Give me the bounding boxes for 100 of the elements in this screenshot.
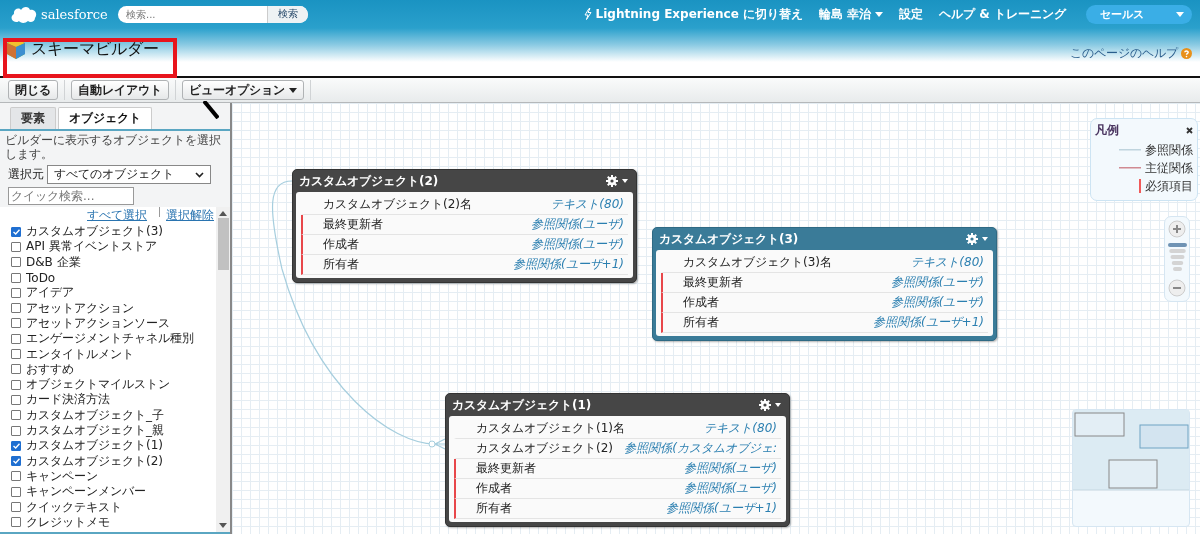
field-type: 参照関係(ユーザ) <box>530 236 624 253</box>
field-row[interactable]: カスタムオブジェクト(2) 参照関係(カスタムオブジェ: <box>454 439 781 459</box>
object-checkbox[interactable] <box>11 333 21 344</box>
field-name: 所有者 <box>476 500 512 517</box>
field-row[interactable]: カスタムオブジェクト(1)名 テキスト(80) <box>454 419 781 439</box>
object-checkbox[interactable] <box>11 257 21 268</box>
toolbar-button[interactable]: 自動レイアウト <box>71 80 169 100</box>
zoom-slider-track[interactable] <box>1168 243 1187 271</box>
field-row[interactable]: カスタムオブジェクト(2)名 テキスト(80) <box>301 195 628 215</box>
scrollbar-thumb[interactable] <box>217 218 229 270</box>
deselect-all-link[interactable]: 選択解除 <box>166 207 214 224</box>
field-type: テキスト(80) <box>704 420 777 437</box>
object-label: カスタムオブジェクト(2) <box>26 452 163 470</box>
gear-icon[interactable] <box>966 233 990 245</box>
field-type: 参照関係(ユーザ) <box>890 274 984 291</box>
object-card[interactable]: カスタムオブジェクト(1) カスタムオブジェクト(1)名 テキスト(80) カスタムオブジェクト(2) 参照関係(カスタムオブジェ: 最終更新者 参照関係(ユーザ) 作成者 参照関係(ユーザ) 所有者 参照関係(ユーザ+1) <box>445 393 790 527</box>
field-name: 作成者 <box>476 480 512 497</box>
object-checkbox[interactable] <box>11 241 21 252</box>
object-card[interactable]: カスタムオブジェクト(2) カスタムオブジェクト(2)名 テキスト(80) 最終更新者 参照関係(ユーザ) 作成者 参照関係(ユーザ) 所有者 参照関係(ユーザ+1) <box>292 169 637 283</box>
caret-icon <box>1176 11 1184 17</box>
object-checkbox[interactable] <box>11 425 21 436</box>
chevron-down-icon <box>195 171 204 178</box>
zoom-slider-thumb[interactable] <box>1168 243 1187 247</box>
object-label: D&B 企業 <box>26 253 81 271</box>
toolbar-button[interactable]: ビューオプション <box>182 80 304 100</box>
field-name: 作成者 <box>323 236 359 253</box>
field-row[interactable]: 所有者 参照関係(ユーザ+1) <box>454 499 781 519</box>
object-label: カスタムオブジェクト_子 <box>26 406 164 424</box>
object-label: カスタムオブジェクト(1) <box>26 437 163 455</box>
object-checkbox[interactable] <box>11 394 21 405</box>
object-checkbox[interactable] <box>11 456 21 467</box>
sidebar-description: ビルダーに表示するオブジェクトを選択します。 <box>4 132 222 163</box>
field-row[interactable]: 最終更新者 参照関係(ユーザ) <box>661 273 988 293</box>
field-type: テキスト(80) <box>911 254 984 271</box>
object-card[interactable]: カスタムオブジェクト(3) カスタムオブジェクト(3)名 テキスト(80) 最終更新者 参照関係(ユーザ) 作成者 参照関係(ユーザ) 所有者 参照関係(ユーザ+1) <box>652 227 997 341</box>
object-label: キャンペーン <box>26 467 98 485</box>
field-name: 所有者 <box>683 314 719 331</box>
field-row[interactable]: カスタムオブジェクト(3)名 テキスト(80) <box>661 253 988 273</box>
object-checkbox[interactable] <box>11 379 21 390</box>
object-label: アセットアクションソース <box>26 314 170 332</box>
object-checkbox[interactable] <box>11 318 21 329</box>
object-checkbox[interactable] <box>11 517 21 528</box>
page-help-link[interactable]: このページのヘルプ <box>1070 45 1192 62</box>
scrollbar[interactable] <box>216 207 230 532</box>
field-row[interactable]: 所有者 参照関係(ユーザ+1) <box>661 313 988 333</box>
field-type: 参照関係(ユーザ+1) <box>665 500 777 517</box>
search-field[interactable]: 検索... 検索 <box>118 5 308 23</box>
close-icon[interactable] <box>1186 127 1193 134</box>
search-button[interactable]: 検索 <box>267 5 308 23</box>
master-detail-line-icon <box>1119 167 1141 169</box>
field-type: 参照関係(カスタムオブジェ: <box>624 440 777 457</box>
object-checkbox[interactable] <box>11 502 21 512</box>
legend-label: 必須項目 <box>1145 177 1193 195</box>
field-name: カスタムオブジェクト(3)名 <box>683 254 832 271</box>
object-label: オブジェクトマイルストン <box>26 376 170 393</box>
object-checkbox[interactable] <box>11 272 21 283</box>
legend-title: 凡例 <box>1095 122 1119 139</box>
sidebar-tab[interactable]: オブジェクト <box>58 107 152 129</box>
field-name: カスタムオブジェクト(2) <box>476 440 613 457</box>
zoom-in-button[interactable] <box>1168 220 1186 238</box>
object-label: エンタイトルメント <box>26 345 134 363</box>
object-checkbox[interactable] <box>11 349 21 359</box>
field-type: 参照関係(ユーザ) <box>530 216 624 233</box>
object-label: カード決済方法 <box>26 391 110 409</box>
field-row[interactable]: 最終更新者 参照関係(ユーザ) <box>454 459 781 479</box>
object-checkbox[interactable] <box>11 226 21 237</box>
object-label: キャンペーンメンバー <box>26 483 146 501</box>
field-row[interactable]: 作成者 参照関係(ユーザ) <box>454 479 781 499</box>
gear-icon[interactable] <box>606 175 630 187</box>
field-name: カスタムオブジェクト(2)名 <box>323 196 472 213</box>
object-checkbox[interactable] <box>11 410 21 421</box>
field-row[interactable]: 作成者 参照関係(ユーザ) <box>661 293 988 313</box>
field-type: 参照関係(ユーザ) <box>683 460 777 477</box>
gear-icon[interactable] <box>759 399 783 411</box>
object-checkbox[interactable] <box>11 486 21 497</box>
field-row[interactable]: 所有者 参照関係(ユーザ+1) <box>301 255 628 275</box>
field-name: 最終更新者 <box>476 460 536 477</box>
object-checkbox[interactable] <box>11 364 21 375</box>
scroll-down-icon[interactable] <box>219 523 227 528</box>
field-type: 参照関係(ユーザ+1) <box>512 256 624 273</box>
object-title: カスタムオブジェクト(3) <box>659 230 799 248</box>
object-checkbox[interactable] <box>11 471 21 482</box>
caret-icon <box>875 11 884 17</box>
legend-label: 主従関係 <box>1145 159 1193 177</box>
object-checkbox[interactable] <box>11 440 21 451</box>
quick-search-field[interactable]: クイック検索... <box>8 187 134 205</box>
toolbar-button[interactable]: 閉じる <box>8 80 58 100</box>
zoom-control[interactable] <box>1164 216 1190 302</box>
zoom-out-button[interactable] <box>1168 279 1186 297</box>
object-checkbox[interactable] <box>11 303 21 314</box>
sidebar-tab[interactable]: 要素 <box>10 107 56 129</box>
field-row[interactable]: 作成者 参照関係(ユーザ) <box>301 235 628 255</box>
object-checkbox[interactable] <box>11 287 21 298</box>
lightning-bolt-icon <box>583 8 592 20</box>
field-row[interactable]: 最終更新者 参照関係(ユーザ) <box>301 215 628 235</box>
select-all-link[interactable]: すべて選択 <box>87 207 147 224</box>
scroll-up-icon[interactable] <box>219 211 227 216</box>
filter-label: 選択元 <box>8 166 44 183</box>
object-label: クイックテキスト <box>26 498 122 516</box>
object-filter-select[interactable]: すべてのオブジェクト <box>47 165 211 184</box>
